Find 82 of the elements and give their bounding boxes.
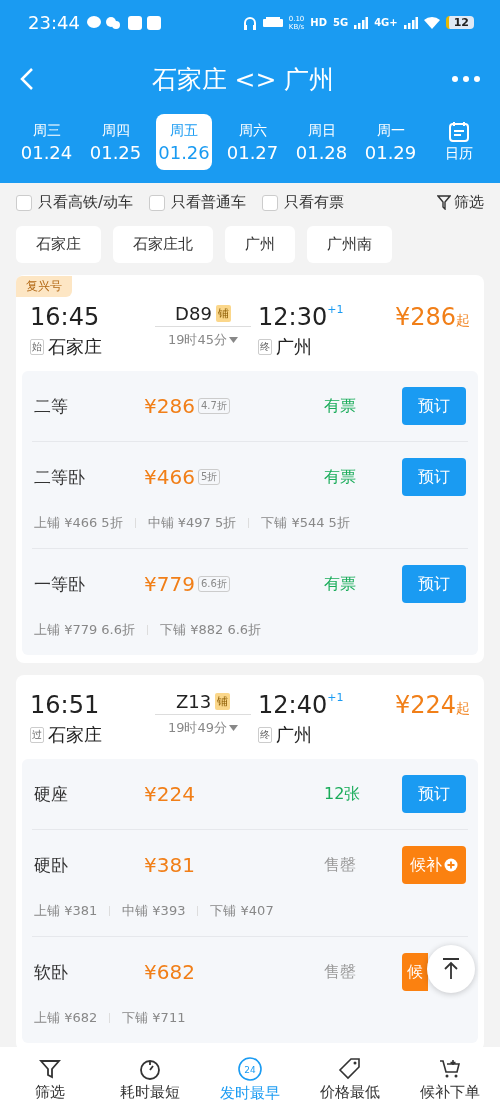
discount-tag: 4.7折 xyxy=(197,398,230,414)
network-type: 4G+ xyxy=(374,17,398,28)
departure-time: 16:45 xyxy=(30,303,101,331)
station-mark: 终 xyxy=(258,339,272,355)
arrival-station: 广州 xyxy=(276,723,312,747)
berth-price: 下铺 ¥544 5折 xyxy=(261,514,350,532)
station-mark: 终 xyxy=(258,727,272,743)
signal-icon xyxy=(403,16,418,29)
seat-class: 软卧 xyxy=(34,960,69,984)
filter-checkbox[interactable]: 只看有票 xyxy=(262,193,345,212)
lowest-price: ¥286起 xyxy=(393,303,470,331)
signal-icon xyxy=(354,16,369,29)
seat-price: ¥682 xyxy=(144,960,195,984)
back-icon[interactable] xyxy=(20,67,34,91)
duration: 19时45分 xyxy=(167,331,228,349)
dropdown-icon[interactable] xyxy=(229,337,239,343)
ticket-availability: 有票 xyxy=(323,466,357,488)
seat-class: 一等卧 xyxy=(34,572,86,596)
station-chip[interactable]: 广州 xyxy=(225,226,295,263)
berth-price: 下铺 ¥882 6.6折 xyxy=(160,621,262,639)
berth-price: 中铺 ¥393 xyxy=(122,902,186,920)
seat-price: ¥779 xyxy=(144,572,195,596)
train-number: D89 xyxy=(175,303,212,324)
day-offset: +1 xyxy=(327,691,344,704)
status-time: 23:44 xyxy=(28,12,80,33)
seat-price: ¥466 xyxy=(144,465,195,489)
more-icon[interactable] xyxy=(452,76,480,82)
berth-price: 中铺 ¥497 5折 xyxy=(147,514,237,532)
train-number: Z13 xyxy=(175,691,212,712)
station-mark: 过 xyxy=(30,727,44,743)
seat-class: 二等 xyxy=(34,394,69,418)
plus-icon xyxy=(444,858,458,872)
seat-class: 硬卧 xyxy=(34,853,69,877)
seat-price: ¥224 xyxy=(144,782,195,806)
berth-price: 上铺 ¥381 xyxy=(34,902,98,920)
filter-checkbox[interactable]: 只看高铁/动车 xyxy=(16,193,134,212)
ticket-availability: 有票 xyxy=(323,573,357,595)
day-offset: +1 xyxy=(327,303,344,316)
discount-tag: 5折 xyxy=(197,469,221,485)
headphones-icon xyxy=(242,15,257,30)
seat-price: ¥381 xyxy=(144,853,195,877)
battery-level: 12 xyxy=(445,16,474,29)
ticket-availability: 售罄 xyxy=(323,854,357,876)
filter-icon xyxy=(437,195,451,210)
ticket-availability: 售罄 xyxy=(323,961,357,983)
calendar-icon xyxy=(447,121,470,143)
seat-class: 硬座 xyxy=(34,782,69,806)
seat-price: ¥286 xyxy=(144,394,195,418)
berth-price: 上铺 ¥779 6.6折 xyxy=(34,621,136,639)
arrival-station: 广州 xyxy=(276,335,312,359)
discount-tag: 6.6折 xyxy=(197,576,230,592)
hd-indicator: HD xyxy=(310,17,327,28)
filter-checkbox[interactable]: 只看普通车 xyxy=(149,193,247,212)
station-chip[interactable]: 石家庄北 xyxy=(113,226,213,263)
clock-icon: 24 xyxy=(237,1055,263,1082)
route-title: 石家庄 <> 广州 xyxy=(150,63,336,96)
ticket-availability: 12张 xyxy=(323,783,362,805)
station-chip[interactable]: 广州南 xyxy=(307,226,392,263)
ticket-availability: 有票 xyxy=(323,395,357,417)
berth-tag: 铺 xyxy=(215,693,231,710)
berth-price: 上铺 ¥466 5折 xyxy=(34,514,123,532)
departure-time: 16:51 xyxy=(30,691,101,719)
berth-price: 下铺 ¥407 xyxy=(210,902,274,920)
arrival-time: 12:30 xyxy=(258,303,328,331)
duration: 19时49分 xyxy=(167,719,228,737)
arrow-up-icon xyxy=(441,958,461,980)
station-mark: 始 xyxy=(30,339,44,355)
price-tag-icon xyxy=(337,1056,363,1081)
berth-tag: 铺 xyxy=(215,305,231,322)
lowest-price: ¥224起 xyxy=(393,691,470,719)
train-type-badge: 复兴号 xyxy=(16,276,72,297)
seat-class: 二等卧 xyxy=(34,465,86,489)
dropdown-icon[interactable] xyxy=(229,725,239,731)
wifi-icon xyxy=(423,16,440,29)
arrival-time: 12:40 xyxy=(258,691,328,719)
departure-station: 石家庄 xyxy=(48,723,102,747)
berth-price: 上铺 ¥682 xyxy=(34,1009,98,1027)
network-type: 5G xyxy=(332,17,349,28)
filter-button[interactable]: 筛选 xyxy=(437,193,484,212)
station-chip[interactable]: 石家庄 xyxy=(16,226,101,263)
departure-station: 石家庄 xyxy=(48,335,102,359)
berth-price: 下铺 ¥711 xyxy=(122,1009,186,1027)
